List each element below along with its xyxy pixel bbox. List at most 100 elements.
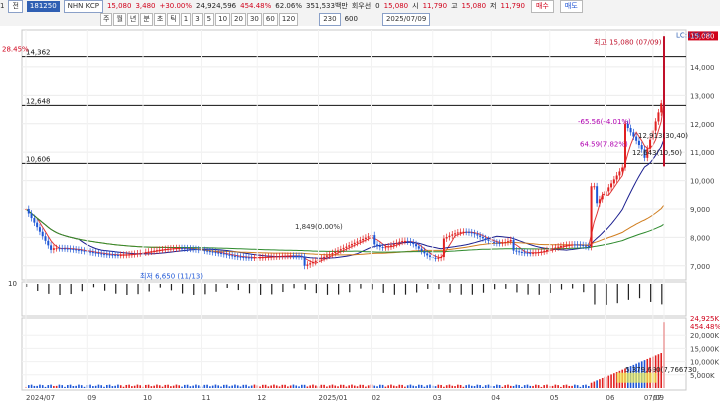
interval-60[interactable]: 60 [262, 13, 278, 26]
indicator-bar [248, 284, 251, 294]
stock-code-input[interactable]: 181250 [26, 1, 60, 12]
candle-body [250, 257, 253, 259]
candle-body [350, 244, 353, 246]
indicator-bar [104, 284, 106, 291]
candle-body [518, 251, 521, 253]
candle-body [286, 255, 289, 257]
volume-bar [301, 384, 303, 388]
interval-5[interactable]: 5 [203, 13, 215, 26]
candle-body [337, 250, 340, 252]
candle-body [100, 253, 103, 255]
candle-body [281, 255, 284, 257]
volume-bar [342, 384, 345, 388]
price-tick-label: 10,000 [690, 178, 715, 186]
volume-bar [362, 384, 364, 388]
high-annotation: 최고 15,080 (07/09) [594, 37, 662, 46]
interval-1[interactable]: 1 [180, 13, 192, 26]
current-price: 15,080 [106, 2, 132, 10]
volume-bar [27, 385, 30, 388]
indicator-label: 10 [8, 280, 17, 288]
chart-date-input[interactable]: 2025/07/09 [381, 13, 431, 26]
volume-bar [97, 384, 100, 388]
volume-bar [415, 386, 417, 388]
sell-button[interactable]: 매도 [559, 0, 583, 13]
candle-body [97, 253, 100, 255]
volume-bar [601, 377, 604, 388]
interval-120[interactable]: 120 [278, 13, 299, 26]
indicator-bar [326, 284, 329, 295]
volume-bar [504, 385, 506, 388]
volume-bar [496, 384, 498, 388]
candle-body [192, 248, 195, 250]
volume-bar [337, 386, 339, 388]
volume-bar [298, 386, 300, 388]
period-month[interactable]: 월 [113, 13, 126, 26]
stock-name-field[interactable]: NHN KCP [63, 0, 103, 13]
volume-bar [515, 384, 518, 388]
candle-body [392, 244, 395, 246]
candle-body [128, 254, 131, 256]
volume-bar [111, 386, 114, 388]
volume-bar [535, 384, 537, 388]
period-second[interactable]: 초 [153, 13, 167, 26]
interval-10[interactable]: 10 [215, 13, 231, 26]
volume-bar [153, 385, 155, 388]
candle-body [637, 140, 640, 146]
candle-body [515, 250, 518, 252]
candle-body [331, 253, 334, 255]
volume-bar [44, 386, 47, 388]
volume-bar [278, 386, 281, 388]
volume-bar [328, 385, 331, 388]
reference-value-label: LC:126.77 [676, 31, 712, 39]
candle-body [125, 254, 128, 256]
market-kind-select[interactable]: 전 [8, 0, 23, 13]
indicator-bar [516, 284, 518, 293]
volume-bar [181, 386, 183, 388]
volume-bar [434, 386, 437, 388]
candle-body [247, 257, 250, 259]
open-label: 시 [412, 2, 419, 10]
indicator-bar [627, 284, 629, 300]
volume-bar [365, 386, 367, 388]
indicator-bar [126, 284, 128, 295]
candle-body [635, 136, 638, 141]
period-minute[interactable]: 분 [140, 13, 153, 26]
period-year[interactable]: 년 [126, 13, 140, 26]
indicator-bar [282, 284, 284, 293]
candle-body [543, 250, 546, 252]
trade-volume: 24,924,596 [196, 2, 237, 10]
volume-bar [401, 384, 403, 388]
candle-body [139, 252, 142, 254]
interval-3[interactable]: 3 [192, 13, 203, 26]
volume-bar [64, 386, 66, 388]
volume-bar [287, 386, 289, 388]
period-week[interactable]: 주 [100, 13, 113, 26]
candle-body [306, 264, 309, 266]
candle-body [150, 251, 153, 253]
volume-bar [312, 384, 314, 388]
volume-bar [220, 386, 222, 388]
candle-body [654, 121, 657, 131]
volume-bar [468, 384, 470, 388]
candle-body [61, 248, 64, 250]
period-tick[interactable]: 틱 [167, 13, 180, 26]
volume-bar [170, 386, 172, 388]
candle-body [434, 257, 437, 259]
stock-chart[interactable]: 14,000 13,000 12,000 11,000 10,000 9,000 8,000… [0, 26, 720, 404]
volume-bar [314, 385, 317, 388]
candle-body [189, 248, 192, 250]
candle-body [272, 256, 275, 258]
candle-body [181, 248, 184, 250]
volume-bar [122, 386, 125, 388]
fib-annotation-3: 12,913(30,40) [638, 132, 688, 140]
interval-20[interactable]: 20 [231, 13, 246, 26]
candle-body [540, 251, 543, 253]
volume-bar [426, 385, 428, 388]
candle-body [38, 227, 41, 232]
candle-count-input[interactable]: 230 [319, 13, 341, 26]
indicator-bar [315, 284, 317, 294]
price-repeat: 15,080 [383, 2, 409, 10]
buy-button[interactable]: 매수 [530, 0, 554, 13]
candle-body [554, 247, 557, 249]
interval-30[interactable]: 30 [246, 13, 262, 26]
